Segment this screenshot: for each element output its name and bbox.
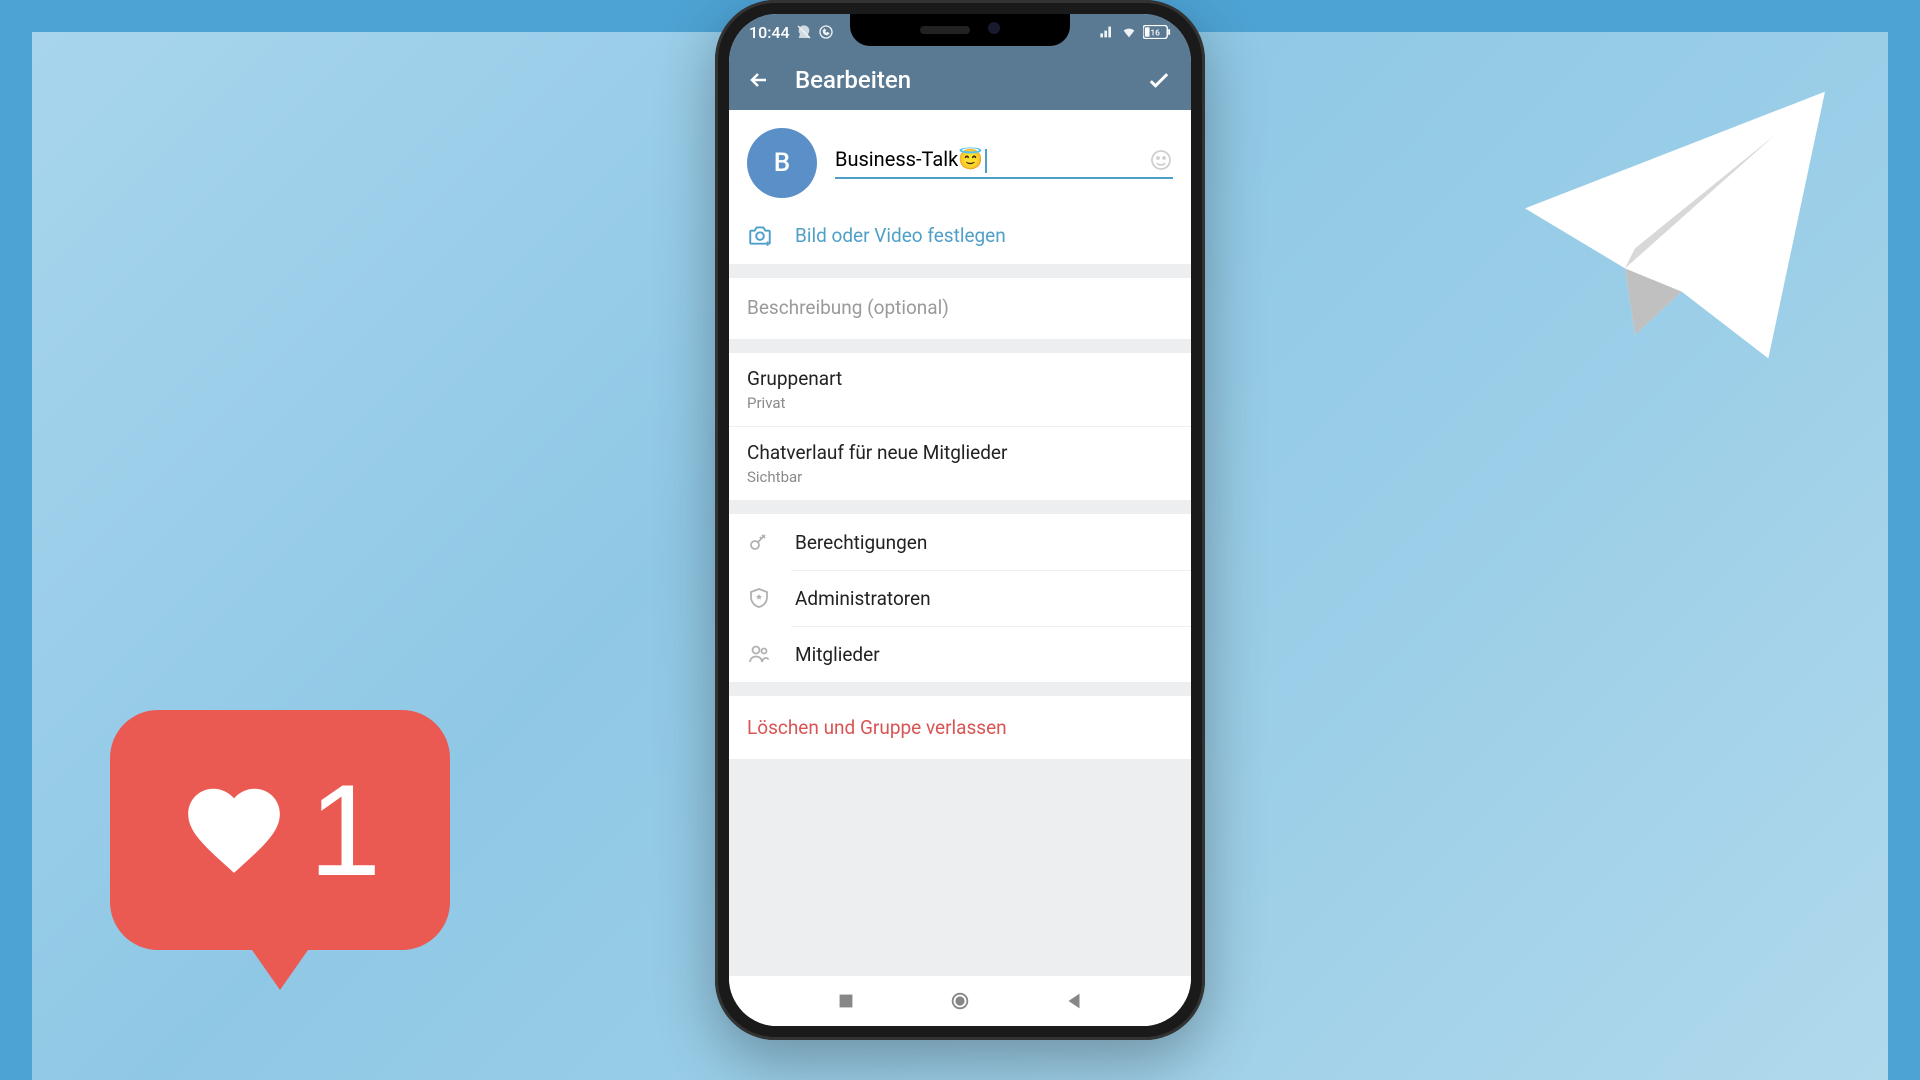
group-type-title: Gruppenart	[747, 367, 1173, 390]
battery-icon: 16	[1143, 25, 1171, 39]
content-area: B Business-Talk😇 Bild od	[729, 110, 1191, 976]
shield-star-icon	[747, 586, 771, 610]
telegram-logo-icon	[1505, 75, 1845, 375]
delete-leave-label: Löschen und Gruppe verlassen	[747, 716, 1007, 739]
back-arrow-icon[interactable]	[747, 68, 771, 92]
delete-leave-group-button[interactable]: Löschen und Gruppe verlassen	[729, 696, 1191, 759]
members-row[interactable]: Mitglieder	[729, 626, 1191, 682]
key-icon	[747, 530, 771, 554]
android-nav-bar	[729, 976, 1191, 1026]
group-avatar[interactable]: B	[747, 128, 817, 198]
phone-notch	[850, 14, 1070, 46]
wifi-icon	[1121, 24, 1137, 40]
like-badge: 1	[110, 710, 450, 950]
svg-text:16: 16	[1150, 29, 1160, 39]
group-type-value: Privat	[747, 394, 1173, 412]
group-name-value: Business-Talk😇	[835, 147, 1149, 173]
alarm-off-icon	[796, 24, 812, 40]
permissions-row[interactable]: Berechtigungen	[729, 514, 1191, 570]
recents-button-icon[interactable]	[835, 990, 857, 1012]
group-type-row[interactable]: Gruppenart Privat	[729, 353, 1191, 426]
group-name-input[interactable]: Business-Talk😇	[835, 147, 1173, 179]
heart-icon	[179, 775, 289, 885]
confirm-check-icon[interactable]	[1145, 66, 1173, 94]
group-name-row: B Business-Talk😇	[729, 110, 1191, 206]
whatsapp-icon	[818, 24, 834, 40]
chat-history-title: Chatverlauf für neue Mitglieder	[747, 441, 1173, 464]
avatar-letter: B	[774, 148, 790, 178]
set-photo-video-button[interactable]: Bild oder Video festlegen	[729, 206, 1191, 264]
app-header: Bearbeiten	[729, 50, 1191, 110]
signal-icon	[1099, 24, 1115, 40]
header-title: Bearbeiten	[795, 66, 1121, 94]
members-icon	[747, 642, 771, 666]
like-count: 1	[309, 755, 381, 905]
emoji-picker-icon[interactable]	[1149, 148, 1173, 172]
back-button-icon[interactable]	[1063, 990, 1085, 1012]
description-input[interactable]: Beschreibung (optional)	[729, 278, 1191, 339]
set-media-label: Bild oder Video festlegen	[795, 224, 1006, 247]
members-label: Mitglieder	[795, 643, 880, 666]
status-time: 10:44	[749, 23, 790, 42]
chat-history-row[interactable]: Chatverlauf für neue Mitglieder Sichtbar	[729, 426, 1191, 500]
permissions-label: Berechtigungen	[795, 531, 927, 554]
description-placeholder: Beschreibung (optional)	[747, 296, 949, 319]
chat-history-value: Sichtbar	[747, 468, 1173, 486]
administrators-row[interactable]: Administratoren	[729, 570, 1191, 626]
phone-device: 10:44 16 Bearbeiten	[715, 0, 1205, 1040]
camera-icon	[747, 222, 773, 248]
administrators-label: Administratoren	[795, 587, 931, 610]
home-button-icon[interactable]	[949, 990, 971, 1012]
